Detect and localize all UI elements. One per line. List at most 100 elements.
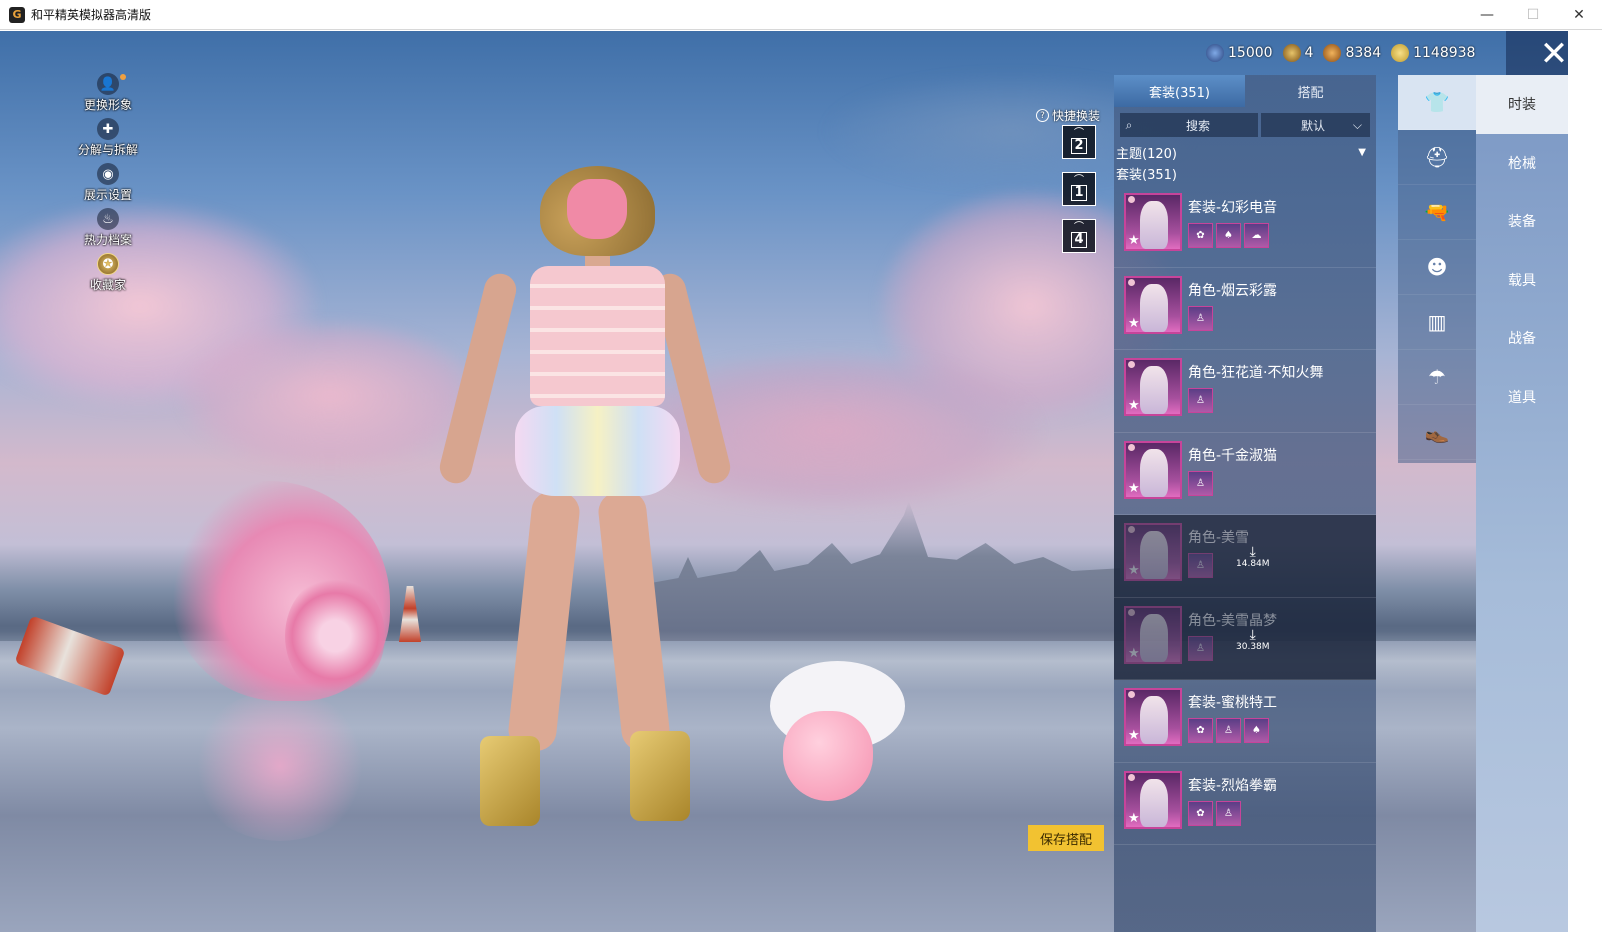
outfit-thumbnail: ★	[1124, 770, 1182, 829]
menu-label: 展示设置	[83, 188, 132, 202]
quick-slot-1[interactable]: ⌒ 1	[1062, 172, 1096, 206]
outfit-thumbnail: ★	[1124, 275, 1182, 334]
face-icon[interactable]: ☻	[1398, 240, 1476, 295]
sub-items: ✿ ♙	[1188, 800, 1241, 826]
heat-archive-button[interactable]: ♨ 热力档案	[72, 208, 144, 253]
shoes-icon[interactable]: 👞	[1398, 405, 1476, 460]
badge-icon	[1128, 278, 1135, 286]
theme-filter[interactable]: 主题(120) ▼	[1116, 142, 1370, 162]
outfit-icon[interactable]: 👕	[1398, 75, 1476, 130]
left-menu: 👤 更换形象 ✚ 分解与拆解 ◉ 展示设置 ♨ 热力档案 ✪ 收藏家	[72, 73, 144, 298]
sort-dropdown[interactable]: 默认 ⌵	[1261, 113, 1370, 137]
badge-icon	[1128, 361, 1135, 368]
tab-suits[interactable]: 套装(351)	[1114, 75, 1245, 107]
collector-button[interactable]: ✪ 收藏家	[72, 253, 144, 298]
sub-item[interactable]: ✿	[1188, 718, 1213, 743]
download-icon: ⤓	[1249, 626, 1256, 643]
sub-item[interactable]: ♠	[1244, 718, 1269, 743]
gold-boot	[480, 736, 540, 826]
badge-icon	[1128, 196, 1135, 203]
change-appearance-button[interactable]: 👤 更换形象	[72, 73, 144, 118]
helmet-icon[interactable]: ⛑	[1398, 130, 1476, 185]
maximize-button[interactable]: ☐	[1510, 0, 1556, 30]
hanger-icon: ⌒	[1074, 175, 1084, 186]
eye-icon: ◉	[97, 163, 119, 185]
currency-item[interactable]: 1148938	[1391, 44, 1475, 62]
menu-label: 收藏家	[89, 278, 126, 292]
tab-combos[interactable]: 搭配	[1245, 75, 1376, 107]
quick-slot-4[interactable]: ⌒ 4	[1062, 219, 1096, 253]
search-row: ⌕ 搜索 默认 ⌵	[1120, 113, 1370, 137]
flame-icon: ♨	[97, 208, 119, 230]
decompose-button[interactable]: ✚ 分解与拆解	[72, 118, 144, 163]
item-name: 角色-狂花道·不知火舞	[1188, 365, 1324, 381]
sub-item[interactable]: ✿	[1188, 223, 1213, 248]
sub-items: ♙	[1188, 470, 1213, 496]
section-title: 套装(351)	[1116, 168, 1177, 183]
tab-weapons[interactable]: 枪械	[1476, 134, 1568, 193]
download-button[interactable]: ⤓ 30.38M	[1236, 628, 1270, 652]
close-window-button[interactable]: ✕	[1556, 0, 1602, 30]
heart-plush	[783, 711, 873, 801]
star-icon: ★	[1128, 810, 1140, 826]
currency-item[interactable]: 15000	[1206, 44, 1273, 62]
list-item[interactable]: ★ 角色-烟云彩露 ♙	[1114, 268, 1376, 350]
save-outfit-button[interactable]: 保存搭配	[1028, 825, 1104, 851]
weapon-skin-icon[interactable]: 🔫	[1398, 185, 1476, 240]
download-button[interactable]: ⤓ 14.84M	[1236, 545, 1270, 569]
list-item[interactable]: ★ 角色-美雪晶梦 ♙ ⤓ 30.38M	[1114, 597, 1376, 680]
backpack-icon[interactable]: ▥	[1398, 295, 1476, 350]
list-item[interactable]: ★ 角色-千金淑猫 ♙	[1114, 433, 1376, 515]
minimize-button[interactable]: —	[1464, 0, 1510, 30]
character-leg	[506, 489, 582, 753]
currency-item[interactable]: 4	[1282, 44, 1314, 62]
search-input[interactable]: ⌕ 搜索	[1120, 113, 1258, 137]
sub-item[interactable]: ♙	[1188, 305, 1213, 331]
search-icon: ⌕	[1125, 117, 1133, 132]
list-item[interactable]: ★ 套装-蜜桃特工 ✿ ♙ ♠	[1114, 680, 1376, 763]
list-item[interactable]: ★ 套装-烈焰拳霸 ✿ ♙	[1114, 763, 1376, 845]
character-figure	[1140, 696, 1168, 744]
item-name: 套装-烈焰拳霸	[1188, 777, 1278, 794]
slot-number: 4	[1071, 232, 1087, 248]
sub-item[interactable]: ☁	[1244, 223, 1269, 248]
sub-items: ♙	[1188, 388, 1213, 413]
item-name: 角色-美雪	[1188, 530, 1250, 546]
parachute-icon[interactable]: ☂	[1398, 350, 1476, 405]
gold-boot	[630, 731, 690, 821]
tab-vehicles[interactable]: 载具	[1476, 251, 1568, 310]
sub-item[interactable]: ♙	[1216, 718, 1241, 743]
currency-bar: 15000 4 8384 1148938	[1206, 41, 1475, 65]
sub-item[interactable]: ♙	[1188, 470, 1213, 496]
theme-label: 主题(120)	[1116, 146, 1177, 162]
sub-items: ♙	[1188, 635, 1213, 661]
gold-token-icon	[1282, 44, 1301, 62]
sub-item[interactable]: ♠	[1216, 223, 1241, 248]
display-settings-button[interactable]: ◉ 展示设置	[72, 163, 144, 208]
currency-value: 4	[1304, 45, 1314, 61]
download-icon: ⤓	[1249, 544, 1256, 560]
tab-fashion[interactable]: 时装	[1476, 75, 1568, 134]
currency-value: 15000	[1228, 45, 1273, 61]
tab-equipment[interactable]: 装备	[1476, 192, 1568, 251]
tab-items[interactable]: 道具	[1476, 368, 1568, 427]
sub-item[interactable]: ♙	[1216, 800, 1241, 826]
quick-swap-header[interactable]: ? 快捷换装	[1036, 107, 1100, 124]
caret-down-icon: ▼	[1358, 146, 1366, 158]
sub-item[interactable]: ♙	[1188, 553, 1213, 578]
list-item[interactable]: ★ 套装-幻彩电音 ✿ ♠ ☁	[1114, 185, 1376, 268]
character-figure	[1140, 613, 1168, 662]
player-character[interactable]	[436, 161, 734, 841]
sub-item[interactable]: ✿	[1188, 800, 1213, 826]
menu-label: 分解与拆解	[77, 143, 138, 157]
list-item[interactable]: ★ 角色-狂花道·不知火舞 ♙	[1114, 350, 1376, 433]
outfit-list: ★ 套装-幻彩电音 ✿ ♠ ☁ ★ 角色-烟云彩露 ♙ ★ 角色-狂花道·不知火…	[1114, 185, 1376, 845]
sub-item[interactable]: ♙	[1188, 635, 1213, 661]
sub-item[interactable]: ♙	[1188, 388, 1213, 413]
character-figure	[1140, 778, 1168, 827]
currency-item[interactable]: 8384	[1323, 44, 1381, 62]
tab-battle-gear[interactable]: 战备	[1476, 309, 1568, 368]
quick-slot-2[interactable]: ⌒ 2	[1062, 125, 1096, 159]
pastel-shorts	[515, 406, 680, 496]
list-item[interactable]: ★ 角色-美雪 ♙ ⤓ 14.84M	[1114, 515, 1376, 598]
